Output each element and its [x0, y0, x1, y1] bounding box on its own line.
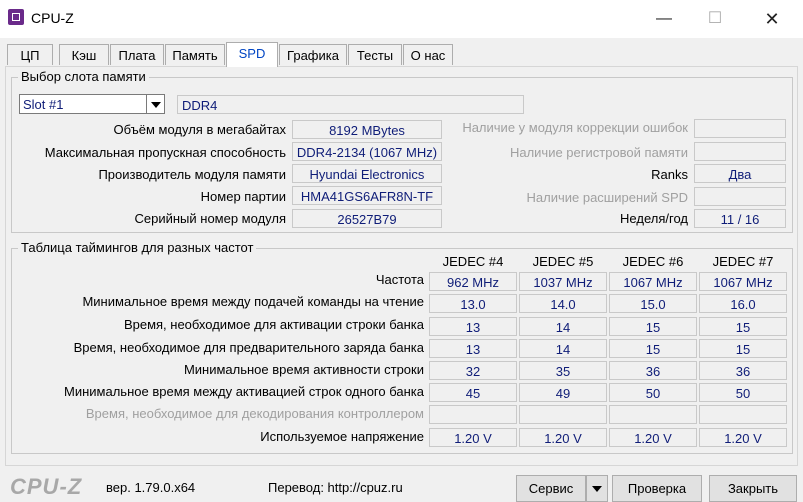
ecc-label: Наличие у модуля коррекции ошибок	[462, 120, 688, 135]
memory-type-field: DDR4	[177, 95, 524, 114]
timings-group-title: Таблица таймингов для разных частот	[18, 241, 257, 255]
cpuz-app-icon	[8, 9, 24, 25]
memory-slot-group-title: Выбор слота памяти	[18, 70, 149, 84]
spd-ext-label: Наличие расширений SPD	[526, 190, 689, 205]
trc-jedec5: 49	[519, 383, 607, 402]
module-size-label: Объём модуля в мегабайтах	[113, 122, 287, 137]
validate-button[interactable]: Проверка	[612, 475, 702, 502]
ras-precharge-jedec7: 15	[699, 339, 787, 358]
tras-jedec4: 32	[429, 361, 517, 380]
tab-graphics[interactable]: Графика	[279, 44, 347, 65]
ecc-value	[694, 119, 786, 138]
voltage-jedec6: 1.20 V	[609, 428, 697, 447]
cas-latency-label: Минимальное время между подачей команды …	[82, 294, 424, 309]
tras-label: Минимальное время активности строки	[183, 362, 424, 377]
tab-spd[interactable]: SPD	[226, 42, 278, 67]
manufacturer-value: Hyundai Electronics	[292, 164, 442, 183]
trc-label: Минимальное время между активацией строк…	[64, 384, 424, 399]
part-number-label: Номер партии	[200, 189, 286, 204]
cas-latency-jedec4: 13.0	[429, 294, 517, 313]
column-header-jedec7: JEDEC #7	[712, 254, 774, 269]
close-window-button[interactable]: ✕	[749, 0, 795, 38]
tab-bench[interactable]: Тесты	[348, 44, 402, 65]
cas-latency-jedec7: 16.0	[699, 294, 787, 313]
voltage-jedec4: 1.20 V	[429, 428, 517, 447]
week-year-value: 11 / 16	[694, 209, 786, 228]
service-dropdown-button[interactable]	[586, 475, 608, 502]
ras-precharge-jedec4: 13	[429, 339, 517, 358]
command-rate-jedec4	[429, 405, 517, 424]
cas-latency-jedec5: 14.0	[519, 294, 607, 313]
module-size-value: 8192 MBytes	[292, 120, 442, 139]
title-bar: CPU-Z — ☐ ✕	[0, 0, 803, 38]
voltage-jedec7: 1.20 V	[699, 428, 787, 447]
frequency-jedec4: 962 MHz	[429, 272, 517, 291]
registered-value	[694, 142, 786, 161]
frequency-label: Частота	[375, 272, 424, 287]
frequency-jedec7: 1067 MHz	[699, 272, 787, 291]
slot-select[interactable]: Slot #1	[19, 94, 165, 114]
week-year-label: Неделя/год	[620, 211, 688, 226]
manufacturer-label: Производитель модуля памяти	[98, 167, 286, 182]
tab-about[interactable]: О нас	[403, 44, 453, 65]
command-rate-jedec5	[519, 405, 607, 424]
ranks-label: Ranks	[651, 167, 688, 182]
max-bandwidth-value: DDR4-2134 (1067 MHz)	[292, 142, 442, 161]
command-rate-jedec6	[609, 405, 697, 424]
serial-number-value: 26527B79	[292, 209, 442, 228]
frequency-jedec5: 1037 MHz	[519, 272, 607, 291]
ras-precharge-jedec6: 15	[609, 339, 697, 358]
tab-cache[interactable]: Кэш	[59, 44, 109, 65]
ranks-value: Два	[694, 164, 786, 183]
voltage-label: Используемое напряжение	[260, 429, 424, 444]
trc-jedec7: 50	[699, 383, 787, 402]
trc-jedec4: 45	[429, 383, 517, 402]
max-bandwidth-label: Максимальная пропускная способность	[44, 145, 286, 160]
tab-mainboard[interactable]: Плата	[110, 44, 164, 65]
ras-precharge-jedec5: 14	[519, 339, 607, 358]
slot-select-value: Slot #1	[23, 97, 64, 112]
tras-jedec7: 36	[699, 361, 787, 380]
ras-precharge-label: Время, необходимое для предварительного …	[73, 340, 424, 355]
column-header-jedec4: JEDEC #4	[442, 254, 504, 269]
command-rate-jedec7	[699, 405, 787, 424]
minimize-button[interactable]: —	[641, 0, 687, 38]
tras-jedec6: 36	[609, 361, 697, 380]
ras-to-cas-label: Время, необходимое для активации строки …	[123, 317, 424, 332]
column-header-jedec5: JEDEC #5	[532, 254, 594, 269]
frequency-jedec6: 1067 MHz	[609, 272, 697, 291]
registered-label: Наличие регистровой памяти	[509, 145, 688, 160]
version-text: вер. 1.79.0.x64	[106, 480, 196, 495]
voltage-jedec5: 1.20 V	[519, 428, 607, 447]
serial-number-label: Серийный номер модуля	[134, 211, 287, 226]
ras-to-cas-jedec4: 13	[429, 317, 517, 336]
chevron-down-icon[interactable]	[146, 95, 164, 113]
ras-to-cas-jedec7: 15	[699, 317, 787, 336]
close-button[interactable]: Закрыть	[709, 475, 797, 502]
window-title: CPU-Z	[31, 10, 74, 26]
command-rate-label: Время, необходимое для декодирования кон…	[85, 406, 424, 421]
ras-to-cas-jedec6: 15	[609, 317, 697, 336]
tab-cpu[interactable]: ЦП	[7, 44, 53, 65]
spd-ext-value	[694, 187, 786, 206]
tab-memory[interactable]: Память	[165, 44, 225, 65]
cas-latency-jedec6: 15.0	[609, 294, 697, 313]
ras-to-cas-jedec5: 14	[519, 317, 607, 336]
maximize-button[interactable]: ☐	[692, 0, 738, 38]
tras-jedec5: 35	[519, 361, 607, 380]
trc-jedec6: 50	[609, 383, 697, 402]
cpuz-logo: CPU-Z	[10, 474, 83, 499]
part-number-value: HMA41GS6AFR8N-TF	[292, 186, 442, 205]
translation-text: Перевод: http://cpuz.ru	[268, 480, 403, 495]
service-button[interactable]: Сервис	[516, 475, 586, 502]
column-header-jedec6: JEDEC #6	[622, 254, 684, 269]
